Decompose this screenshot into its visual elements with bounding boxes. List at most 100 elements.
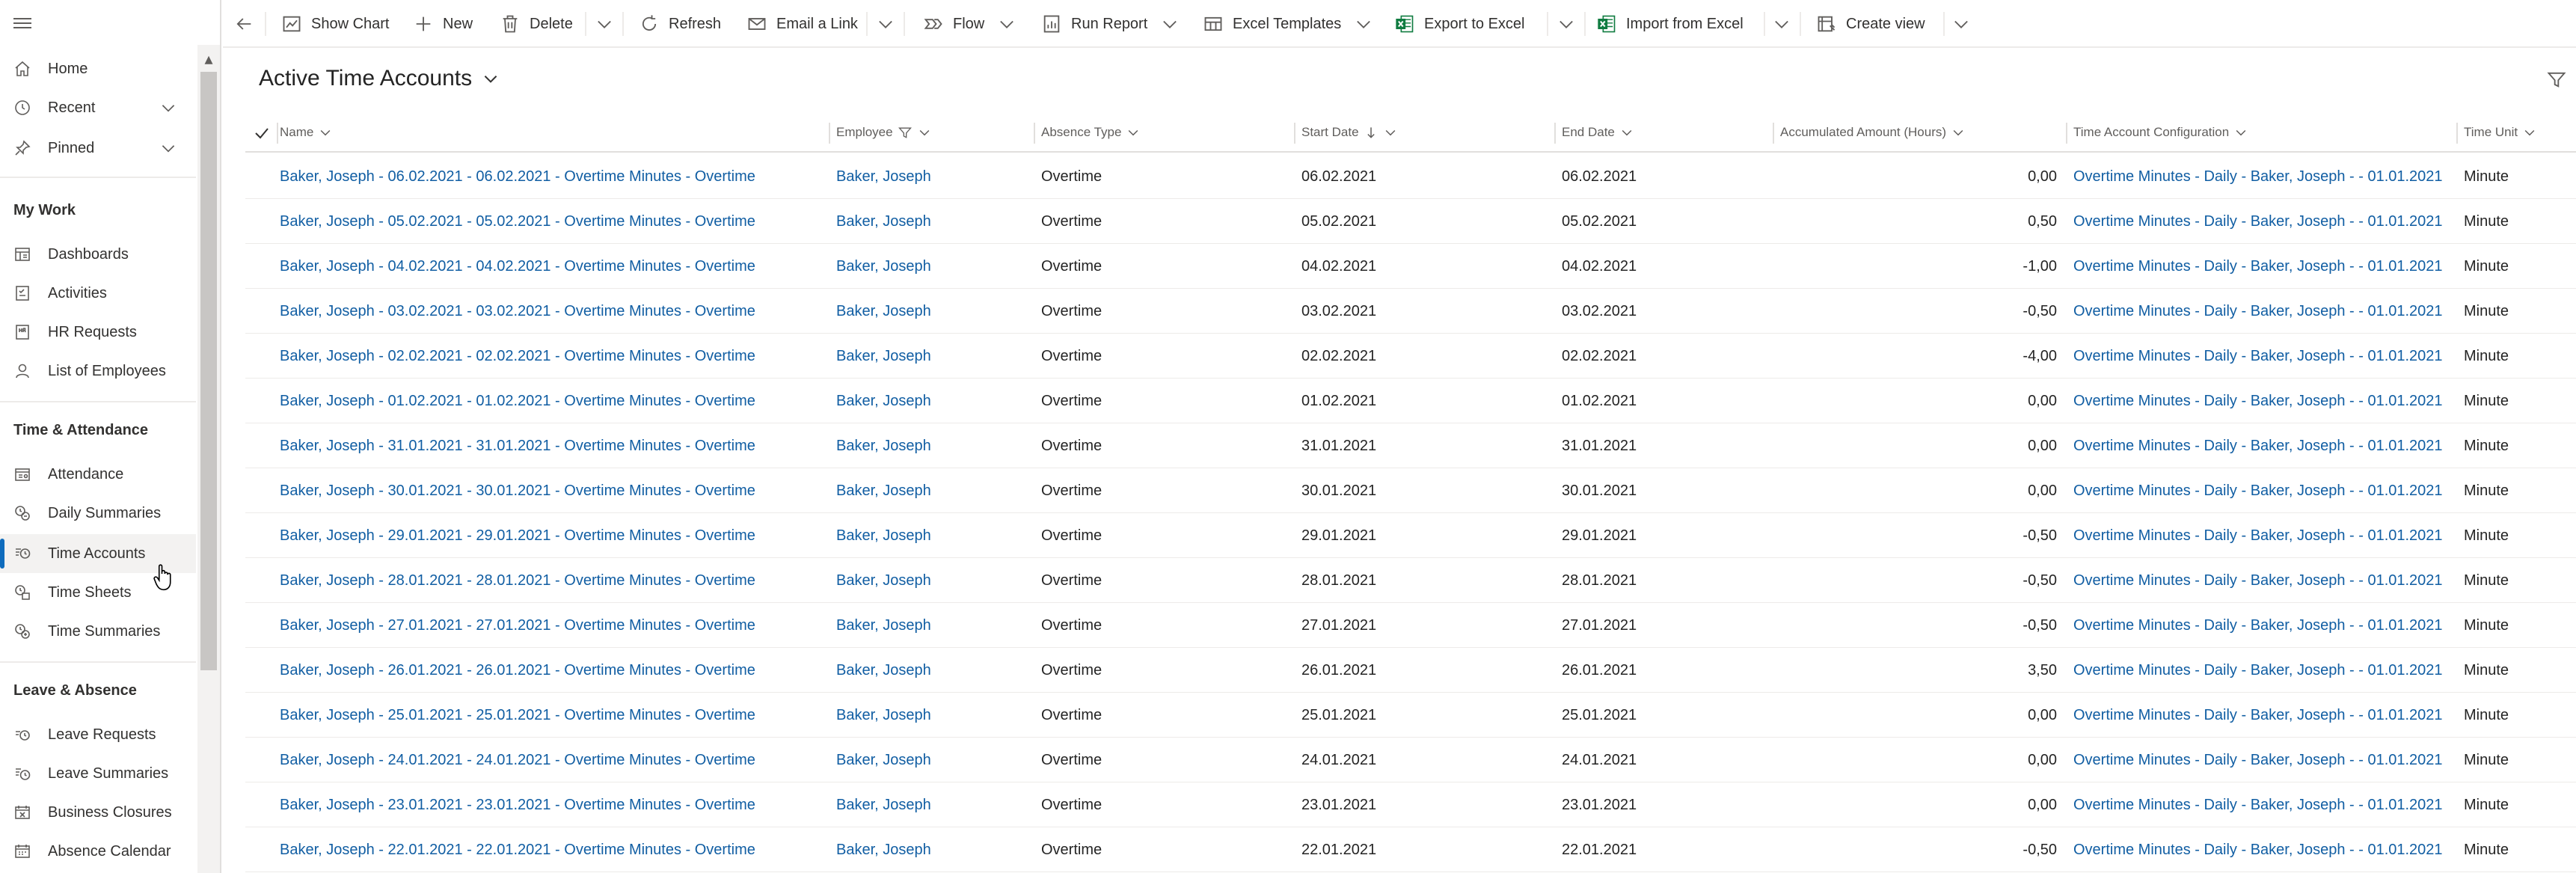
sidebar-item-hr-requests[interactable]: HR Requests [0, 313, 196, 352]
cell-time-account-configuration[interactable]: Overtime Minutes - Daily - Baker, Joseph… [2073, 738, 2455, 782]
column-header-accumulated-amount[interactable]: Accumulated Amount (Hours) [1780, 114, 1966, 151]
cell-name[interactable]: Baker, Joseph - 27.01.2021 - 27.01.2021 … [280, 603, 826, 648]
sidebar-item-recent[interactable]: Recent [0, 88, 196, 127]
cell-time-account-configuration[interactable]: Overtime Minutes - Daily - Baker, Joseph… [2073, 244, 2455, 289]
cell-time-account-configuration[interactable]: Overtime Minutes - Daily - Baker, Joseph… [2073, 782, 2455, 827]
table-row[interactable]: Baker, Joseph - 03.02.2021 - 03.02.2021 … [245, 289, 2576, 334]
back-arrow-icon[interactable] [233, 13, 254, 34]
table-row[interactable]: Baker, Joseph - 25.01.2021 - 25.01.2021 … [245, 693, 2576, 738]
cell-name[interactable]: Baker, Joseph - 22.01.2021 - 22.01.2021 … [280, 827, 826, 872]
cell-employee[interactable]: Baker, Joseph [836, 379, 1031, 423]
table-row[interactable]: Baker, Joseph - 04.02.2021 - 04.02.2021 … [245, 244, 2576, 289]
column-header-time-account-configuration[interactable]: Time Account Configuration [2073, 114, 2248, 151]
column-header-absence-type[interactable]: Absence Type [1041, 114, 1141, 151]
column-header-name[interactable]: Name [280, 114, 333, 151]
cell-employee[interactable]: Baker, Joseph [836, 423, 1031, 468]
email-link-button[interactable]: Email a Link [746, 0, 858, 48]
cell-name[interactable]: Baker, Joseph - 28.01.2021 - 28.01.2021 … [280, 558, 826, 603]
chevron-down-icon[interactable] [159, 98, 178, 117]
table-row[interactable]: Baker, Joseph - 27.01.2021 - 27.01.2021 … [245, 603, 2576, 648]
cell-time-account-configuration[interactable]: Overtime Minutes - Daily - Baker, Joseph… [2073, 199, 2455, 244]
import-menu-chevron-icon[interactable] [1771, 13, 1792, 34]
new-button[interactable]: New [413, 0, 473, 48]
excel-templates-button[interactable]: Excel Templates [1203, 0, 1374, 48]
cell-employee[interactable]: Baker, Joseph [836, 827, 1031, 872]
column-header-time-unit[interactable]: Time Unit [2464, 114, 2537, 151]
sidebar-item-attendance[interactable]: Attendance [0, 455, 196, 494]
cell-name[interactable]: Baker, Joseph - 01.02.2021 - 01.02.2021 … [280, 379, 826, 423]
import-from-excel-button[interactable]: Import from Excel [1596, 0, 1744, 48]
column-header-start-date[interactable]: Start Date [1301, 114, 1398, 151]
cell-employee[interactable]: Baker, Joseph [836, 334, 1031, 379]
filter-icon[interactable] [2546, 69, 2567, 90]
cell-employee[interactable]: Baker, Joseph [836, 738, 1031, 782]
cell-name[interactable]: Baker, Joseph - 29.01.2021 - 29.01.2021 … [280, 513, 826, 558]
cell-name[interactable]: Baker, Joseph - 30.01.2021 - 30.01.2021 … [280, 468, 826, 513]
cell-time-account-configuration[interactable]: Overtime Minutes - Daily - Baker, Joseph… [2073, 154, 2455, 199]
cell-time-account-configuration[interactable]: Overtime Minutes - Daily - Baker, Joseph… [2073, 648, 2455, 693]
cell-time-account-configuration[interactable]: Overtime Minutes - Daily - Baker, Joseph… [2073, 468, 2455, 513]
cell-employee[interactable]: Baker, Joseph [836, 648, 1031, 693]
cell-name[interactable]: Baker, Joseph - 04.02.2021 - 04.02.2021 … [280, 244, 826, 289]
table-row[interactable]: Baker, Joseph - 22.01.2021 - 22.01.2021 … [245, 827, 2576, 872]
sidebar-item-daily-summaries[interactable]: Daily Summaries [0, 494, 196, 533]
cell-employee[interactable]: Baker, Joseph [836, 154, 1031, 199]
sidebar-item-leave-summaries[interactable]: Leave Summaries [0, 754, 196, 793]
create-view-menu-chevron-icon[interactable] [1951, 13, 1972, 34]
cell-name[interactable]: Baker, Joseph - 31.01.2021 - 31.01.2021 … [280, 423, 826, 468]
table-row[interactable]: Baker, Joseph - 29.01.2021 - 29.01.2021 … [245, 513, 2576, 558]
sidebar-item-activities[interactable]: Activities [0, 274, 196, 313]
cell-employee[interactable]: Baker, Joseph [836, 289, 1031, 334]
table-row[interactable]: Baker, Joseph - 24.01.2021 - 24.01.2021 … [245, 738, 2576, 782]
email-link-menu-chevron-icon[interactable] [875, 13, 896, 34]
sidebar-item-time-summaries[interactable]: Time Summaries [0, 612, 196, 651]
cell-name[interactable]: Baker, Joseph - 23.01.2021 - 23.01.2021 … [280, 782, 826, 827]
cell-time-account-configuration[interactable]: Overtime Minutes - Daily - Baker, Joseph… [2073, 827, 2455, 872]
cell-employee[interactable]: Baker, Joseph [836, 513, 1031, 558]
sidebar-item-leave-requests[interactable]: Leave Requests [0, 715, 196, 754]
sidebar-item-business-closures[interactable]: Business Closures [0, 793, 196, 832]
cell-name[interactable]: Baker, Joseph - 24.01.2021 - 24.01.2021 … [280, 738, 826, 782]
cell-employee[interactable]: Baker, Joseph [836, 468, 1031, 513]
show-chart-button[interactable]: Show Chart [281, 0, 390, 48]
cell-name[interactable]: Baker, Joseph - 05.02.2021 - 05.02.2021 … [280, 199, 826, 244]
table-row[interactable]: Baker, Joseph - 23.01.2021 - 23.01.2021 … [245, 782, 2576, 827]
cell-time-account-configuration[interactable]: Overtime Minutes - Daily - Baker, Joseph… [2073, 379, 2455, 423]
cell-time-account-configuration[interactable]: Overtime Minutes - Daily - Baker, Joseph… [2073, 513, 2455, 558]
column-header-employee[interactable]: Employee [836, 114, 932, 151]
cell-time-account-configuration[interactable]: Overtime Minutes - Daily - Baker, Joseph… [2073, 334, 2455, 379]
sidebar-item-list-of-employees[interactable]: List of Employees [0, 352, 196, 390]
table-row[interactable]: Baker, Joseph - 31.01.2021 - 31.01.2021 … [245, 423, 2576, 468]
cell-name[interactable]: Baker, Joseph - 06.02.2021 - 06.02.2021 … [280, 154, 826, 199]
sidebar-scrollbar[interactable]: ▴ [197, 45, 220, 873]
cell-employee[interactable]: Baker, Joseph [836, 199, 1031, 244]
sidebar-item-pinned[interactable]: Pinned [0, 129, 196, 168]
chevron-down-icon[interactable] [159, 138, 178, 158]
sidebar-item-absence-calendar[interactable]: Absence Calendar [0, 832, 196, 871]
cell-name[interactable]: Baker, Joseph - 02.02.2021 - 02.02.2021 … [280, 334, 826, 379]
sidebar-item-home[interactable]: Home [0, 49, 196, 88]
table-row[interactable]: Baker, Joseph - 28.01.2021 - 28.01.2021 … [245, 558, 2576, 603]
view-selector[interactable]: Active Time Accounts [259, 66, 500, 91]
select-all-checkmark-icon[interactable] [253, 124, 271, 142]
refresh-button[interactable]: Refresh [639, 0, 721, 48]
scrollbar-thumb[interactable] [200, 72, 217, 670]
export-menu-chevron-icon[interactable] [1556, 13, 1577, 34]
cell-employee[interactable]: Baker, Joseph [836, 603, 1031, 648]
run-report-button[interactable]: Run Report [1041, 0, 1180, 48]
cell-employee[interactable]: Baker, Joseph [836, 693, 1031, 738]
cell-name[interactable]: Baker, Joseph - 26.01.2021 - 26.01.2021 … [280, 648, 826, 693]
cell-time-account-configuration[interactable]: Overtime Minutes - Daily - Baker, Joseph… [2073, 603, 2455, 648]
cell-name[interactable]: Baker, Joseph - 03.02.2021 - 03.02.2021 … [280, 289, 826, 334]
delete-button[interactable]: Delete [500, 0, 573, 48]
table-row[interactable]: Baker, Joseph - 06.02.2021 - 06.02.2021 … [245, 154, 2576, 199]
table-row[interactable]: Baker, Joseph - 26.01.2021 - 26.01.2021 … [245, 648, 2576, 693]
cell-name[interactable]: Baker, Joseph - 25.01.2021 - 25.01.2021 … [280, 693, 826, 738]
sidebar-item-dashboards[interactable]: Dashboards [0, 235, 196, 274]
cell-time-account-configuration[interactable]: Overtime Minutes - Daily - Baker, Joseph… [2073, 558, 2455, 603]
create-view-button[interactable]: Create view [1816, 0, 1925, 48]
export-to-excel-button[interactable]: Export to Excel [1394, 0, 1525, 48]
cell-employee[interactable]: Baker, Joseph [836, 558, 1031, 603]
cell-employee[interactable]: Baker, Joseph [836, 244, 1031, 289]
table-row[interactable]: Baker, Joseph - 02.02.2021 - 02.02.2021 … [245, 334, 2576, 379]
